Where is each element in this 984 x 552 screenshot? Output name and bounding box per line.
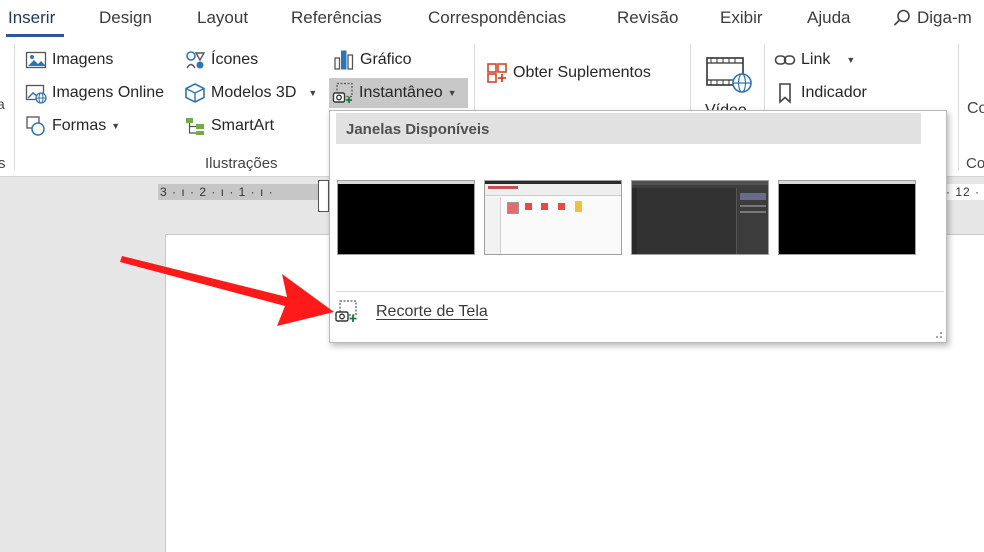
screen-clipping-label: Recorte de Tela xyxy=(376,303,488,320)
image-icon xyxy=(25,51,47,69)
bookmark-icon xyxy=(779,83,791,104)
tab-revisao[interactable]: Revisão xyxy=(617,8,678,28)
screenshot-button[interactable]: Instantâneo ▼ xyxy=(329,78,468,108)
menu-divider xyxy=(336,291,944,292)
bar-chart-icon xyxy=(334,50,354,70)
icons-button[interactable]: Ícones xyxy=(181,47,261,73)
partial-group-edge: a xyxy=(0,96,5,112)
chevron-down-icon[interactable]: ▼ xyxy=(308,88,317,98)
online-images-button[interactable]: Imagens Online xyxy=(22,80,167,106)
window-thumbnail[interactable] xyxy=(631,180,769,255)
chart-label: Gráfico xyxy=(360,51,412,68)
screenshot-dropdown: Janelas Disponíveis Recorte de Tela xyxy=(329,110,947,343)
available-windows-header: Janelas Disponíveis xyxy=(336,113,921,144)
link-button[interactable]: Link ▼ xyxy=(771,47,858,73)
ruler-marks-left: 3 · ı · 2 · ı · 1 · ı · xyxy=(160,185,274,199)
ribbon-tab-bar: Inserir Design Layout Referências Corres… xyxy=(0,0,984,38)
tab-referencias[interactable]: Referências xyxy=(291,8,382,28)
link-label: Link xyxy=(801,51,831,68)
shapes-label: Formas xyxy=(52,117,107,134)
video-globe-icon xyxy=(706,57,752,93)
window-thumbnail[interactable] xyxy=(778,180,916,255)
smartart-label: SmartArt xyxy=(211,117,275,134)
tab-exibir[interactable]: Exibir xyxy=(720,8,763,28)
indent-marker[interactable] xyxy=(318,180,329,212)
bookmark-button[interactable]: Indicador xyxy=(771,80,870,106)
tab-correspondencias[interactable]: Correspondências xyxy=(428,8,566,28)
cube-icon xyxy=(185,83,205,103)
get-addins-button[interactable]: Obter Suplementos xyxy=(483,60,654,86)
tab-layout[interactable]: Layout xyxy=(197,8,248,28)
search-icon xyxy=(893,9,910,26)
partial-group-button[interactable]: Co xyxy=(967,100,984,118)
screen-clipping-item[interactable]: Recorte de Tela xyxy=(334,297,488,327)
link-icon xyxy=(774,55,796,65)
smartart-button[interactable]: SmartArt xyxy=(181,113,277,139)
tell-me-search[interactable]: Diga-m xyxy=(893,8,972,28)
group-separator xyxy=(14,44,15,170)
partial-group-label: Co xyxy=(966,155,984,172)
shapes-button[interactable]: Formas ▼ xyxy=(22,113,123,139)
tab-ajuda[interactable]: Ajuda xyxy=(807,8,850,28)
3d-models-button[interactable]: Modelos 3D ▼ xyxy=(181,80,320,106)
tab-design[interactable]: Design xyxy=(99,8,152,28)
tell-me-text: Diga-m xyxy=(917,8,972,27)
window-thumbnail[interactable] xyxy=(484,180,622,255)
smartart-icon xyxy=(186,118,204,135)
screen-clipping-icon xyxy=(335,300,357,322)
online-images-label: Imagens Online xyxy=(52,84,165,101)
thumbnail-title-bar xyxy=(338,181,474,184)
active-tab-indicator xyxy=(6,34,64,37)
window-thumbnail[interactable] xyxy=(337,180,475,255)
group-label-illustrations: Ilustrações xyxy=(205,155,278,172)
chevron-down-icon[interactable]: ▼ xyxy=(846,55,855,65)
online-image-icon xyxy=(25,84,47,104)
tab-inserir[interactable]: Inserir xyxy=(8,8,55,28)
chart-button[interactable]: Gráfico xyxy=(330,47,415,73)
bookmark-label: Indicador xyxy=(801,84,867,101)
addins-icon xyxy=(487,63,507,83)
shapes-icon xyxy=(26,116,45,136)
ruler-marks-right: · 12 · xyxy=(946,185,981,199)
group-separator xyxy=(958,44,959,170)
3d-models-label: Modelos 3D xyxy=(211,84,297,101)
get-addins-label: Obter Suplementos xyxy=(513,64,651,81)
partial-group-edge-label: s xyxy=(0,155,6,172)
chevron-down-icon: ▼ xyxy=(447,88,457,98)
screenshot-label: Instantâneo xyxy=(359,84,443,101)
icons-icon xyxy=(186,51,206,69)
resize-grip-icon[interactable] xyxy=(933,329,943,339)
chevron-down-icon: ▼ xyxy=(111,121,121,131)
icons-label: Ícones xyxy=(211,51,259,68)
screenshot-icon xyxy=(332,82,353,103)
images-button[interactable]: Imagens xyxy=(22,47,116,73)
images-label: Imagens xyxy=(52,51,114,68)
thumbnail-title-bar xyxy=(779,181,915,184)
